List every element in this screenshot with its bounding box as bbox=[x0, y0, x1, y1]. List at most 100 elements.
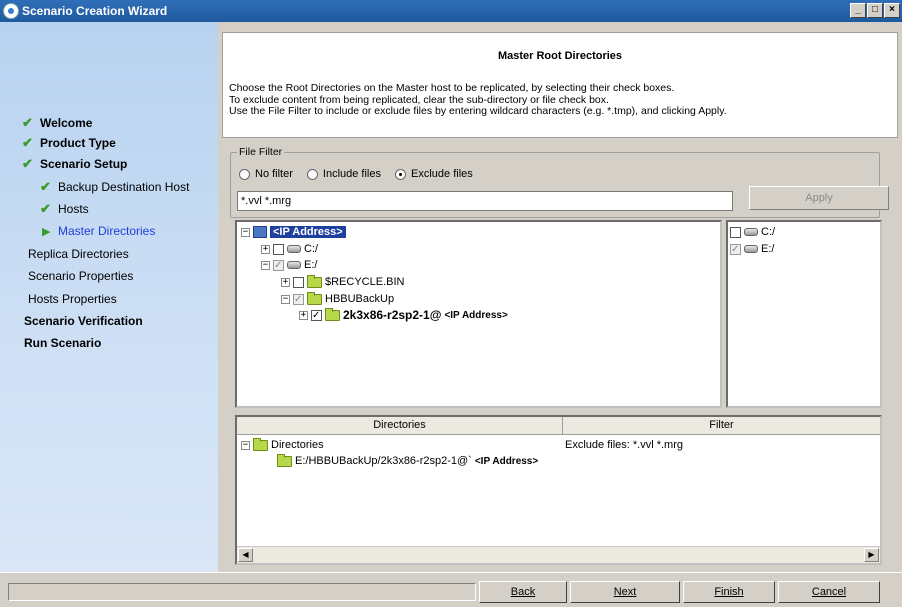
back-button[interactable]: Back bbox=[479, 581, 567, 603]
apply-button[interactable]: Apply bbox=[749, 186, 889, 210]
drive-checkbox[interactable] bbox=[730, 243, 741, 255]
radio-no-filter[interactable]: No filter bbox=[239, 168, 293, 180]
drive-label: C:/ bbox=[304, 243, 319, 255]
close-button[interactable]: × bbox=[884, 3, 900, 18]
cancel-button-label: Cancel bbox=[811, 586, 847, 598]
folder-icon bbox=[325, 307, 340, 321]
tree-node-host[interactable]: − <IP Address> bbox=[241, 225, 346, 239]
next-button[interactable]: Next bbox=[570, 581, 680, 603]
step-label: Hosts Properties bbox=[28, 292, 117, 306]
maximize-button[interactable]: □ bbox=[867, 3, 883, 18]
file-filter-group: File Filter No filter Include files Excl… bbox=[230, 146, 889, 218]
next-button-label: Next bbox=[613, 586, 637, 598]
collapse-icon[interactable]: − bbox=[281, 294, 290, 304]
folder-icon bbox=[253, 437, 268, 451]
collapse-icon[interactable]: − bbox=[241, 227, 250, 237]
filter-pattern-input[interactable] bbox=[237, 191, 733, 211]
master-directory-tree[interactable]: − <IP Address> + C:/ − E:/ + $RECYCLE.BI… bbox=[235, 220, 722, 408]
folder-label: 2k3x86-r2sp2-1@ bbox=[343, 308, 442, 322]
folder-icon bbox=[307, 274, 322, 288]
step-label: Master Directories bbox=[58, 224, 156, 238]
tree-node-hbbubackup[interactable]: − HBBUBackUp bbox=[281, 291, 394, 306]
radio-exclude-files[interactable]: Exclude files bbox=[395, 168, 473, 180]
filter-mode-radios: No filter Include files Exclude files bbox=[239, 168, 473, 180]
drive-icon bbox=[287, 245, 301, 253]
step-scenario-setup[interactable]: ✔ Scenario Setup bbox=[22, 155, 127, 173]
radio-dot[interactable] bbox=[306, 168, 318, 180]
host-folder-checkbox[interactable] bbox=[311, 309, 322, 321]
computer-icon bbox=[253, 226, 267, 238]
tree-node-drive-c[interactable]: + C:/ bbox=[261, 242, 318, 256]
radio-dot-selected[interactable] bbox=[395, 168, 406, 180]
minimize-button[interactable]: _ bbox=[850, 3, 866, 18]
step-run-scenario[interactable]: Run Scenario bbox=[24, 334, 101, 352]
collapse-icon[interactable]: − bbox=[241, 440, 250, 450]
folder-icon bbox=[277, 453, 292, 467]
expand-icon[interactable]: + bbox=[299, 310, 308, 320]
filter-cell: Exclude files: *.vvl *.mrg bbox=[565, 438, 683, 452]
step-hosts[interactable]: ✔ Hosts bbox=[40, 200, 89, 218]
radio-include-files[interactable]: Include files bbox=[306, 168, 381, 180]
drive-c-checkbox[interactable] bbox=[273, 243, 284, 255]
table-row-root[interactable]: − Directories bbox=[241, 437, 324, 452]
drive-icon bbox=[744, 245, 758, 253]
host-label[interactable]: <IP Address> bbox=[270, 226, 346, 238]
page-description: Choose the Root Directories on the Maste… bbox=[229, 82, 727, 118]
status-box bbox=[8, 583, 476, 601]
step-replica-directories[interactable]: Replica Directories bbox=[28, 245, 129, 263]
drive-label: E:/ bbox=[761, 243, 775, 255]
current-step-arrow-icon: ▶ bbox=[42, 225, 51, 238]
page-title: Master Root Directories bbox=[497, 50, 623, 62]
main-content: Master Root Directories Choose the Root … bbox=[218, 22, 902, 572]
app-icon bbox=[3, 3, 19, 19]
step-hosts-properties[interactable]: Hosts Properties bbox=[28, 290, 117, 308]
column-header-directories[interactable]: Directories bbox=[237, 417, 563, 435]
drive-list-item[interactable]: C:/ bbox=[730, 225, 775, 239]
horizontal-scrollbar[interactable]: ◀ ▶ bbox=[237, 546, 880, 563]
drive-icon bbox=[744, 228, 758, 236]
hbbubackup-checkbox[interactable] bbox=[293, 293, 304, 305]
open-folder-icon bbox=[307, 291, 322, 305]
radio-label: No filter bbox=[255, 168, 293, 180]
step-backup-destination-host[interactable]: ✔ Backup Destination Host bbox=[40, 178, 189, 196]
expand-icon[interactable]: + bbox=[281, 277, 290, 287]
step-label: Scenario Verification bbox=[24, 314, 143, 328]
step-scenario-verification[interactable]: Scenario Verification bbox=[24, 312, 143, 330]
drive-checkbox[interactable] bbox=[730, 226, 741, 238]
wizard-steps-sidebar: ✔ Welcome ✔ Product Type ✔ Scenario Setu… bbox=[0, 22, 218, 572]
directories-table: Directories Filter − Directories E:/HBBU… bbox=[235, 415, 882, 565]
column-header-filter[interactable]: Filter bbox=[563, 417, 880, 435]
directory-ip: <IP Address> bbox=[474, 455, 539, 467]
step-product-type[interactable]: ✔ Product Type bbox=[22, 134, 116, 152]
step-welcome[interactable]: ✔ Welcome bbox=[22, 114, 92, 132]
step-master-directories[interactable]: ▶ Master Directories bbox=[42, 222, 155, 240]
description-line: Use the File Filter to include or exclud… bbox=[229, 105, 727, 117]
drive-label: C:/ bbox=[761, 226, 776, 238]
step-label: Replica Directories bbox=[28, 247, 129, 261]
file-filter-legend: File Filter bbox=[237, 146, 285, 158]
drive-list-item[interactable]: E:/ bbox=[730, 242, 774, 256]
finish-button[interactable]: Finish bbox=[683, 581, 775, 603]
check-icon: ✔ bbox=[40, 201, 51, 216]
table-row[interactable]: E:/HBBUBackUp/2k3x86-r2sp2-1@` <IP Addre… bbox=[277, 453, 539, 468]
step-label: Scenario Setup bbox=[40, 157, 128, 171]
drive-list-panel[interactable]: C:/ E:/ bbox=[726, 220, 882, 408]
expand-icon[interactable]: + bbox=[261, 244, 270, 254]
scroll-right-icon[interactable]: ▶ bbox=[864, 548, 879, 562]
description-line: Choose the Root Directories on the Maste… bbox=[229, 82, 675, 94]
radio-label: Exclude files bbox=[411, 168, 473, 180]
drive-e-checkbox[interactable] bbox=[273, 259, 284, 271]
window-controls: _ □ × bbox=[850, 3, 900, 18]
step-label: Backup Destination Host bbox=[58, 180, 190, 194]
tree-node-drive-e[interactable]: − E:/ bbox=[261, 258, 317, 272]
tree-node-recycle-bin[interactable]: + $RECYCLE.BIN bbox=[281, 274, 404, 289]
scroll-left-icon[interactable]: ◀ bbox=[238, 548, 253, 562]
radio-dot[interactable] bbox=[239, 168, 250, 180]
wizard-navigation-bar: Back Next Finish Cancel bbox=[0, 572, 902, 607]
tree-node-host-folder[interactable]: + 2k3x86-r2sp2-1@ <IP Address> bbox=[299, 307, 508, 322]
back-button-label: Back bbox=[510, 586, 536, 598]
step-scenario-properties[interactable]: Scenario Properties bbox=[28, 267, 133, 285]
recycle-bin-checkbox[interactable] bbox=[293, 276, 304, 288]
collapse-icon[interactable]: − bbox=[261, 260, 270, 270]
cancel-button[interactable]: Cancel bbox=[778, 581, 880, 603]
